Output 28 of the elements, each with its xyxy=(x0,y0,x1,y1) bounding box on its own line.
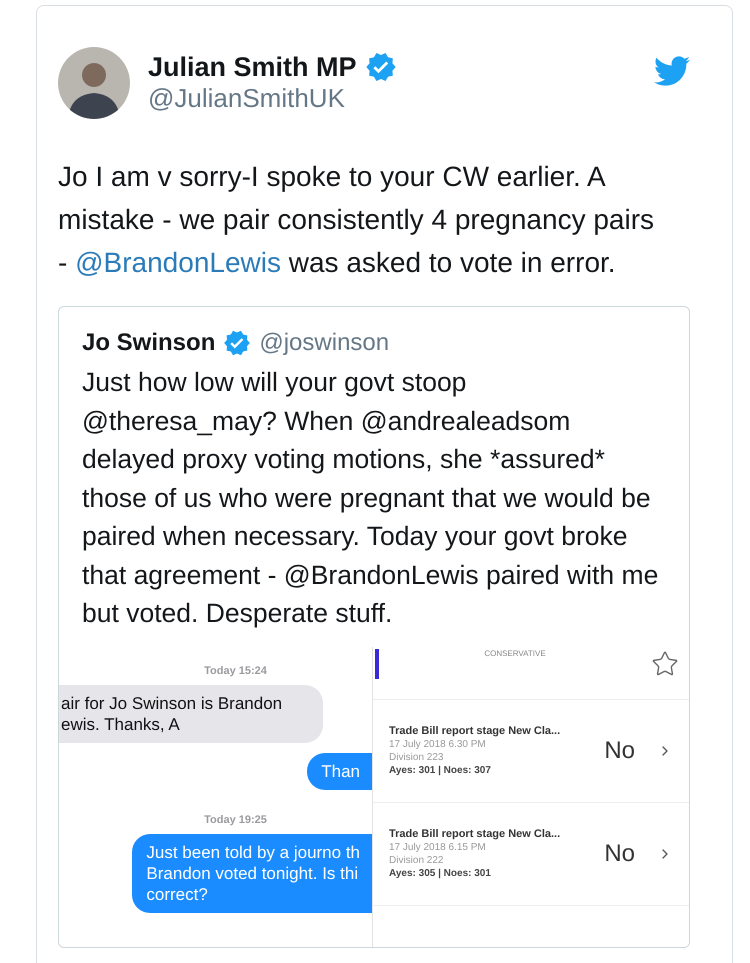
division-date: 17 July 2018 6.15 PM xyxy=(389,842,487,853)
author-handle: @joswinson xyxy=(259,329,390,357)
quoted-tweet[interactable] xyxy=(58,306,690,948)
star-icon[interactable] xyxy=(651,650,679,678)
message-timestamp: Today 15:24 xyxy=(204,664,267,676)
division-date: 17 July 2018 6.30 PM xyxy=(389,739,487,750)
message-timestamp: Today 19:25 xyxy=(204,814,267,826)
division-title: Trade Bill report stage New Cla... xyxy=(389,828,562,840)
vote-result: No xyxy=(604,840,635,868)
sent-message: Than xyxy=(307,752,372,790)
author-name: Jo Swinson xyxy=(82,329,216,357)
vote-tally: Ayes: 305 | Noes: 301 xyxy=(389,868,492,879)
author-name: Julian Smith MP xyxy=(148,52,357,82)
vote-tally: Ayes: 301 | Noes: 307 xyxy=(389,765,492,776)
sent-message: Just been told by a journo th Brandon voted tonight. Is thi correct? xyxy=(132,834,372,912)
quoted-tweet-text: Just how low will your govt stoop @theresa_may? When @andrealeadsom delayed proxy voting motions, she *assured* those of us who were pregnant that we would be paired when necessary. Today your govt broke that agreement - @BrandonLewis paired with me but voted. Desperate stuff. xyxy=(82,366,660,630)
division-row[interactable]: Trade Bill report stage New Cla... 17 July 2018 6.15 PM Division 222 Ayes: 305 | Noes: 301 No xyxy=(373,802,689,906)
mention-link[interactable]: @BrandonLewis xyxy=(75,247,281,278)
tweet-text: Jo I am v sorry-I spoke to your CW earlier. A mistake - we pair consistently 4 pregnancy pairs - @BrandonLewis was asked to vote in error. xyxy=(58,160,656,280)
division-number: Division 222 xyxy=(389,855,444,866)
division-number: Division 223 xyxy=(389,752,444,763)
accent-bar xyxy=(375,648,379,678)
division-title: Trade Bill report stage New Cla... xyxy=(389,725,562,737)
party-label: CONSERVATIVE xyxy=(483,648,547,658)
author-handle: @JulianSmithUK xyxy=(148,83,346,114)
received-message: air for Jo Swinson is Brandon ewis. Thanks, A xyxy=(59,684,323,742)
vote-result: No xyxy=(604,736,635,764)
division-row[interactable]: Trade Bill report stage New Cla... 17 July 2018 6.30 PM Division 223 Ayes: 301 | Noes: 307 No xyxy=(373,700,689,802)
